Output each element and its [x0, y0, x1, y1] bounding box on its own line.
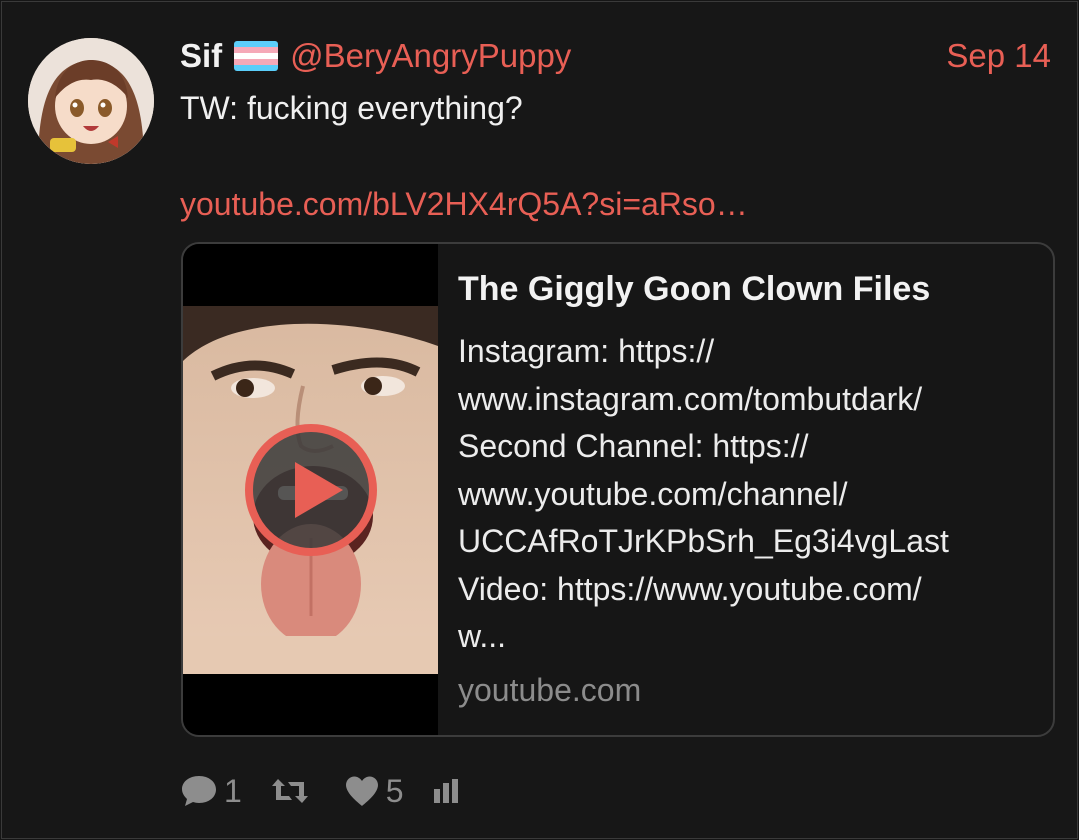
- repost-icon: [271, 779, 308, 803]
- heart-icon: [345, 776, 378, 806]
- display-name[interactable]: Sif: [180, 37, 222, 75]
- post-text: TW: fucking everything?: [180, 90, 523, 126]
- bar-chart-icon: [433, 779, 458, 803]
- play-icon: [245, 424, 377, 556]
- link-preview-card[interactable]: The Giggly Goon Clown Files Instagram: h…: [181, 242, 1055, 737]
- card-description: Instagram: https:// www.instagram.com/to…: [458, 333, 949, 654]
- like-count: 5: [385, 772, 404, 809]
- reply-button[interactable]: 1: [180, 773, 242, 810]
- post-header: Sif @BeryAngryPuppy Sep 14: [180, 32, 1051, 80]
- stats-button[interactable]: [432, 777, 460, 805]
- avatar[interactable]: [28, 38, 154, 164]
- post-date[interactable]: Sep 14: [946, 37, 1051, 75]
- card-domain: youtube.com: [458, 672, 642, 708]
- reply-count: 1: [224, 772, 242, 809]
- transgender-flag-icon: [234, 41, 279, 71]
- post-actions: 1 5: [180, 768, 488, 814]
- play-button[interactable]: [245, 424, 377, 556]
- user-handle[interactable]: @BeryAngryPuppy: [290, 37, 571, 75]
- post: Sif @BeryAngryPuppy Sep 14 TW: fucking e…: [1, 1, 1078, 839]
- repost-button[interactable]: [270, 776, 316, 806]
- like-button[interactable]: 5: [344, 773, 404, 810]
- avatar-image: [28, 38, 154, 164]
- card-body: The Giggly Goon Clown Files Instagram: h…: [458, 266, 1033, 661]
- reply-icon: [182, 776, 216, 806]
- post-link[interactable]: youtube.com/bLV2HX4rQ5A?si=aRso…: [180, 186, 748, 223]
- card-title[interactable]: The Giggly Goon Clown Files: [458, 266, 1033, 312]
- video-thumbnail[interactable]: [183, 244, 438, 735]
